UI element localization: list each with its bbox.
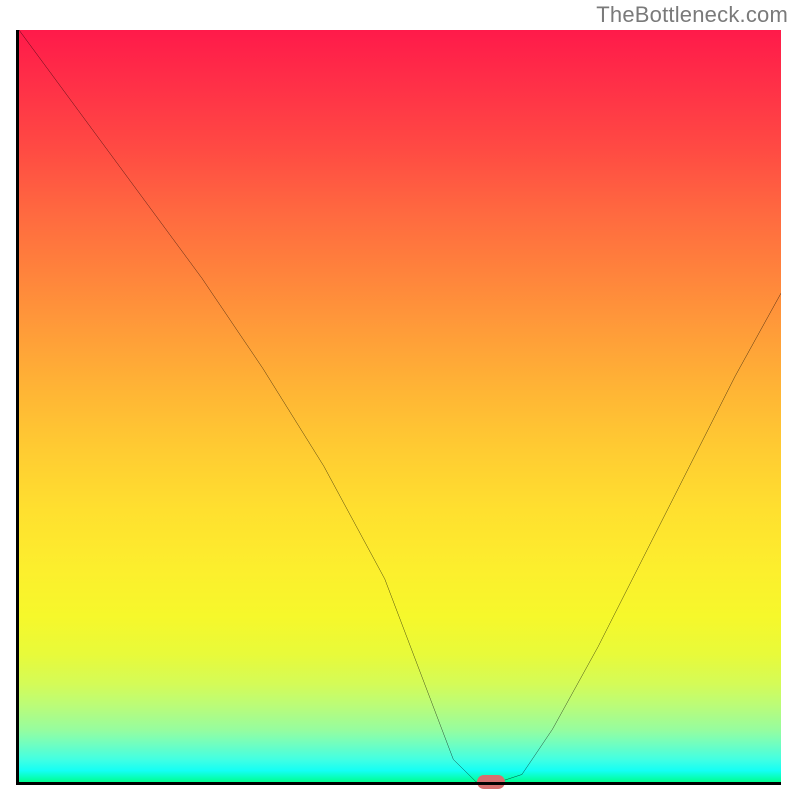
plot-area	[19, 30, 781, 782]
bottleneck-curve	[19, 30, 781, 782]
chart-container: TheBottleneck.com	[0, 0, 800, 800]
minimum-marker	[477, 775, 505, 789]
attribution-text: TheBottleneck.com	[596, 2, 788, 28]
x-axis	[16, 782, 781, 785]
